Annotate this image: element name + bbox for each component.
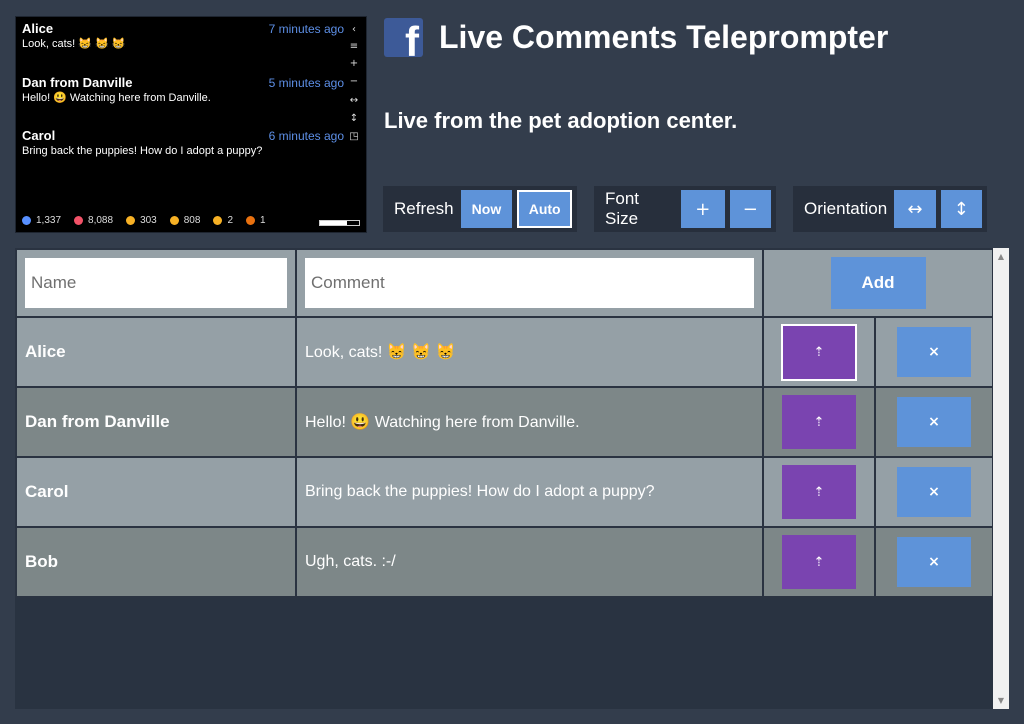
delete-button[interactable]: × [897,397,971,447]
wow-count: 808 [183,215,201,226]
like-icon [22,216,31,225]
vertical-scrollbar[interactable]: ▲ ▼ [993,248,1009,709]
add-button[interactable]: Add [830,257,926,309]
push-to-prompter-button[interactable]: ⇡ [782,395,856,449]
comment-text: Ugh, cats. :-/ [295,526,764,598]
reaction-counts: 1,337 8,088 303 808 2 1 [22,215,279,226]
preview-comment: Carol 6 minutes ago Bring back the puppi… [22,128,344,159]
comment-name: Dan from Danville [15,386,297,458]
delete-cell: × [874,316,994,388]
push-cell: ⇡ [762,526,876,598]
like-count: 1,337 [36,215,62,226]
font-increase-icon[interactable]: + [347,59,361,69]
angry-count: 1 [260,215,266,226]
preview-comment-text: Hello! 😃 Watching here from Danville. [22,92,211,104]
refresh-progress-bar [319,220,360,226]
delete-button[interactable]: × [897,327,971,377]
delete-cell: × [874,526,994,598]
refresh-auto-button[interactable]: Auto [517,190,572,228]
preview-comment-text: Look, cats! 😸 😸 😸 [22,38,126,50]
refresh-controls: Refresh Now Auto [383,186,577,232]
haha-reaction: 303 [126,215,157,226]
menu-icon[interactable]: ≡ [347,42,361,52]
comment-text: Look, cats! 😸 😸 😸 [295,316,764,388]
push-to-prompter-button[interactable]: ⇡ [782,465,856,519]
love-count: 8,088 [88,215,114,226]
table-row: Carol Bring back the puppies! How do I a… [15,456,994,528]
vertical-orientation-button[interactable]: ↕ [940,190,982,228]
orientation-controls: Orientation ↔ ↕ [793,186,987,232]
preview-comment-time: 7 minutes ago [268,22,344,36]
push-cell: ⇡ [762,386,876,458]
like-reaction: 1,337 [22,215,61,226]
delete-button[interactable]: × [897,537,971,587]
sad-count: 2 [227,215,233,226]
sad-reaction: 2 [213,215,233,226]
horizontal-orientation-button[interactable]: ↔ [894,190,936,228]
name-input[interactable] [25,258,287,308]
push-to-prompter-button[interactable]: ⇡ [782,535,856,589]
comments-table-area: Add Alice Look, cats! 😸 😸 😸 ⇡ × Dan from… [15,248,994,709]
haha-count: 303 [140,215,157,226]
horizontal-orientation-icon[interactable]: ↔ [347,96,361,106]
name-cell [15,248,297,318]
preview-comment: Dan from Danville 5 minutes ago Hello! 😃… [22,75,344,106]
comment-name: Alice [15,316,297,388]
preview-comment-time: 5 minutes ago [268,76,344,90]
delete-button[interactable]: × [897,467,971,517]
collapse-icon[interactable]: ‹ [347,25,361,35]
font-decrease-icon[interactable]: − [347,77,361,87]
orientation-label: Orientation [804,199,888,218]
comments-table: Add Alice Look, cats! 😸 😸 😸 ⇡ × Dan from… [15,248,994,598]
font-size-label: Font Size [605,189,640,228]
table-row: Alice Look, cats! 😸 😸 😸 ⇡ × [15,316,994,388]
preview-comment: Alice 7 minutes ago Look, cats! 😸 😸 😸 [22,21,344,52]
comment-name: Carol [15,456,297,528]
comment-name: Bob [15,526,297,598]
refresh-now-button[interactable]: Now [460,190,513,228]
push-cell: ⇡ [762,316,876,388]
facebook-logo-glyph: f [405,18,419,58]
delete-cell: × [874,386,994,458]
wow-icon [169,216,179,225]
sad-icon [213,216,223,225]
page-title: Live Comments Teleprompter [439,19,889,55]
scroll-up-icon[interactable]: ▲ [993,252,1009,261]
comment-text: Bring back the puppies! How do I adopt a… [295,456,764,528]
delete-cell: × [874,456,994,528]
teleprompter-preview: Alice 7 minutes ago Look, cats! 😸 😸 😸 Da… [15,16,367,233]
preview-comment-time: 6 minutes ago [268,129,344,143]
table-row: Dan from Danville Hello! 😃 Watching here… [15,386,994,458]
font-size-increase-button[interactable]: + [681,190,725,228]
new-comment-row: Add [15,248,994,318]
angry-reaction: 1 [246,215,266,226]
facebook-logo-icon: f [384,18,423,57]
refresh-progress-fill [320,221,348,225]
wow-reaction: 808 [169,215,201,226]
table-row: Bob Ugh, cats. :-/ ⇡ × [15,526,994,598]
scroll-down-icon[interactable]: ▼ [993,696,1009,705]
haha-icon [126,216,136,225]
push-cell: ⇡ [762,456,876,528]
font-size-decrease-button[interactable]: − [729,190,771,228]
window-icon[interactable]: ◳ [347,132,361,142]
comment-cell [295,248,764,318]
love-icon [74,216,84,225]
font-size-controls: Font Size + − [594,186,776,232]
angry-icon [246,216,255,225]
refresh-label: Refresh [394,199,454,218]
comment-text: Hello! 😃 Watching here from Danville. [295,386,764,458]
push-to-prompter-button[interactable]: ⇡ [781,323,857,381]
preview-comment-text: Bring back the puppies! How do I adopt a… [22,145,263,157]
add-cell: Add [762,248,994,318]
vertical-orientation-icon[interactable]: ↕ [347,114,361,124]
love-reaction: 8,088 [74,215,113,226]
page-subtitle: Live from the pet adoption center. [384,108,738,133]
comment-input[interactable] [305,258,754,308]
